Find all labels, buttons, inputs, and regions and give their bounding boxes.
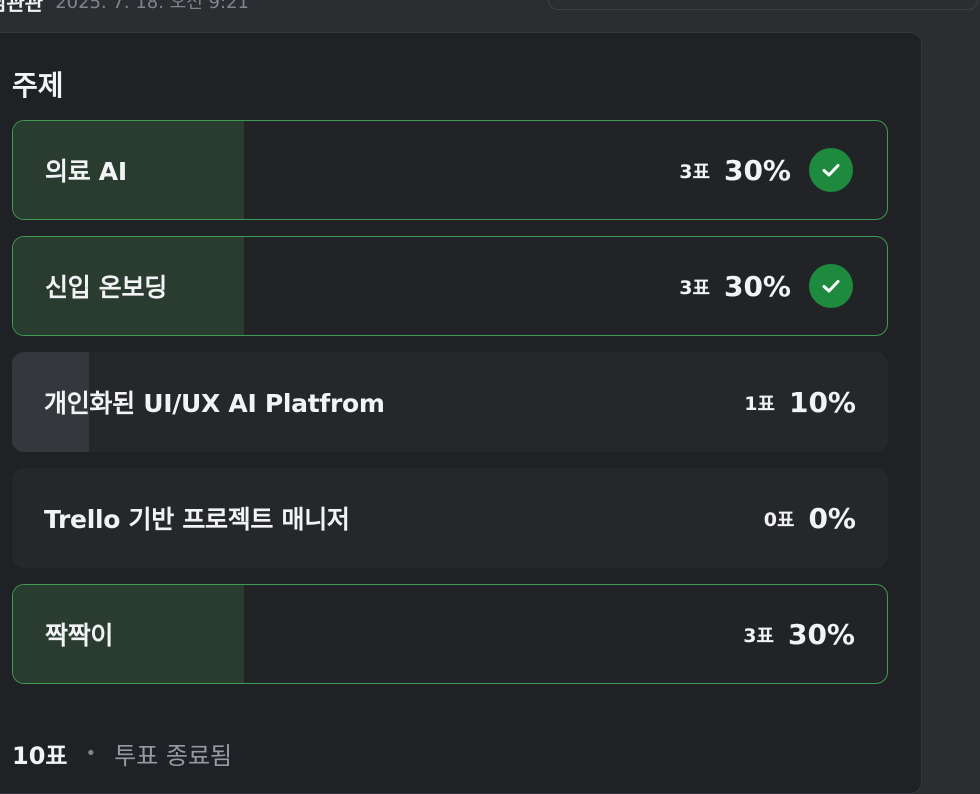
- check-icon: [809, 264, 853, 308]
- vote-percent: 10%: [788, 385, 856, 419]
- answer-label: 짝짝이: [45, 621, 114, 650]
- vote-count: 0표: [763, 508, 795, 531]
- check-icon: [809, 148, 853, 192]
- answer-label: 의료 AI: [45, 157, 127, 186]
- poll-answer[interactable]: 짝짝이 3표 30%: [12, 584, 888, 684]
- vote-count: 1표: [744, 392, 775, 415]
- vote-percent: 30%: [787, 617, 855, 651]
- vote-count: 3표: [679, 276, 710, 299]
- answer-stats: 0표 0%: [764, 468, 856, 568]
- answer-stats: 3표 30%: [679, 237, 853, 335]
- answer-label: 신입 온보딩: [45, 273, 167, 302]
- separator-dot: •: [85, 743, 97, 764]
- vote-percent: 30%: [723, 153, 791, 187]
- vote-percent: 0%: [808, 501, 856, 535]
- answer-stats: 3표 30%: [679, 121, 853, 219]
- vote-percent: 30%: [723, 269, 791, 303]
- poll-question: 주제: [12, 69, 64, 102]
- poll-answer[interactable]: 개인화된 UI/UX AI Platfrom 1표 10%: [12, 352, 888, 452]
- poll-answer[interactable]: 의료 AI 3표 30%: [12, 120, 888, 220]
- top-right-panel: [548, 0, 978, 10]
- total-votes: 10표: [12, 742, 68, 770]
- message-timestamp: 2025. 7. 18. 오전 9:21: [55, 0, 249, 13]
- answer-label: Trello 기반 프로젝트 매니저: [44, 505, 350, 534]
- author-name[interactable]: 님관관: [0, 0, 43, 16]
- poll-status: 투표 종료됨: [114, 742, 233, 770]
- poll-answer[interactable]: Trello 기반 프로젝트 매니저 0표 0%: [12, 468, 888, 568]
- poll-answer[interactable]: 신입 온보딩 3표 30%: [12, 236, 888, 336]
- message-header: 님관관 2025. 7. 18. 오전 9:21: [0, 0, 249, 16]
- answer-stats: 3표 30%: [743, 585, 855, 683]
- answer-label: 개인화된 UI/UX AI Platfrom: [44, 389, 385, 418]
- vote-count: 3표: [743, 624, 774, 647]
- answer-stats: 1표 10%: [744, 352, 856, 452]
- poll-footer: 10표 • 투표 종료됨: [12, 736, 232, 771]
- vote-count: 3표: [679, 160, 710, 183]
